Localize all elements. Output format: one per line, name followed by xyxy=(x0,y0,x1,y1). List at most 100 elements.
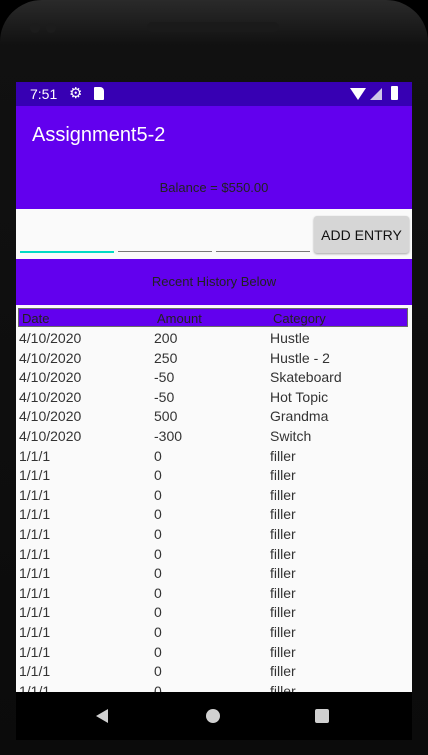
table-row: 1/1/1 0 filler xyxy=(16,585,412,605)
table-row: 1/1/1 0 filler xyxy=(16,644,412,664)
status-time: 7:51 xyxy=(30,86,58,102)
table-row: 4/10/2020 -50 Skateboard xyxy=(16,369,412,389)
category-input[interactable] xyxy=(216,223,310,252)
cell-date: 1/1/1 xyxy=(19,486,51,503)
gear-icon: ⚙ xyxy=(69,85,83,102)
table-row: 1/1/1 0 filler xyxy=(16,683,412,692)
cell-category: filler xyxy=(270,663,296,680)
balance-label: Balance = $550.00 xyxy=(16,166,412,209)
cell-amount: -300 xyxy=(154,428,183,444)
table-row: 1/1/1 0 filler xyxy=(16,467,412,487)
header-date: Date xyxy=(22,311,50,326)
cell-amount: 200 xyxy=(154,330,178,346)
cell-amount: 0 xyxy=(154,624,162,640)
cell-amount: 0 xyxy=(154,545,162,562)
amount-input[interactable] xyxy=(118,223,212,252)
cell-category: filler xyxy=(270,447,296,464)
cell-category: filler xyxy=(270,624,296,640)
cell-amount: 500 xyxy=(154,408,178,425)
table-row: 1/1/1 0 filler xyxy=(16,448,412,468)
cell-date: 1/1/1 xyxy=(19,447,51,464)
device-screen: 7:51 ⚙ Assignment5-2 Balance = $550.00 A… xyxy=(16,82,412,692)
cell-amount: 0 xyxy=(154,467,162,484)
table-row: 1/1/1 0 filler xyxy=(16,506,412,526)
cell-amount: 0 xyxy=(154,604,162,621)
cell-date: 1/1/1 xyxy=(19,682,51,692)
cell-amount: 0 xyxy=(154,526,162,542)
table-row: 4/10/2020 250 Hustle - 2 xyxy=(16,350,412,370)
cell-date: 4/10/2020 xyxy=(19,349,82,366)
home-icon[interactable] xyxy=(206,709,220,723)
cell-category: filler xyxy=(270,545,296,562)
date-input[interactable] xyxy=(20,223,114,253)
cell-category: Switch xyxy=(270,428,312,444)
add-entry-button[interactable]: ADD ENTRY xyxy=(314,216,409,253)
cell-amount: -50 xyxy=(154,369,175,386)
cell-category: Hustle - 2 xyxy=(270,349,330,366)
cell-date: 1/1/1 xyxy=(19,526,51,542)
cell-date: 4/10/2020 xyxy=(19,330,82,346)
cell-date: 1/1/1 xyxy=(19,467,51,484)
cell-date: 4/10/2020 xyxy=(19,369,82,386)
cell-date: 1/1/1 xyxy=(19,604,51,621)
cell-amount: 0 xyxy=(154,506,162,523)
cell-category: filler xyxy=(270,526,296,542)
app-title: Assignment5-2 xyxy=(32,124,166,146)
speaker-grille xyxy=(147,22,279,32)
cell-date: 1/1/1 xyxy=(19,584,51,601)
table-row: 1/1/1 0 filler xyxy=(16,604,412,624)
cell-category: Hot Topic xyxy=(270,388,329,405)
cell-date: 4/10/2020 xyxy=(19,388,82,405)
status-bar: 7:51 ⚙ xyxy=(16,82,412,106)
cell-amount: 0 xyxy=(154,584,162,601)
cell-amount: 0 xyxy=(154,682,162,692)
table-row: 1/1/1 0 filler xyxy=(16,663,412,683)
history-list[interactable]: Date Amount Category 4/10/2020 200 Hustle 4… xyxy=(16,308,412,692)
back-icon[interactable] xyxy=(96,709,108,723)
cell-category: Grandma xyxy=(270,408,329,425)
header-category: Category xyxy=(273,311,326,326)
cell-category: filler xyxy=(270,584,296,601)
cell-date: 4/10/2020 xyxy=(19,408,82,425)
battery-icon xyxy=(391,86,398,100)
table-row: 1/1/1 0 filler xyxy=(16,624,412,644)
cell-category: filler xyxy=(270,486,296,503)
cell-date: 1/1/1 xyxy=(19,663,51,680)
cell-category: Skateboard xyxy=(270,369,342,386)
cell-category: filler xyxy=(270,506,296,523)
cell-amount: 0 xyxy=(154,486,162,503)
cell-category: filler xyxy=(270,565,296,582)
wifi-icon xyxy=(350,88,366,100)
table-row: 4/10/2020 -50 Hot Topic xyxy=(16,389,412,409)
table-row: 4/10/2020 500 Grandma xyxy=(16,408,412,428)
cell-category: filler xyxy=(270,643,296,660)
history-label: Recent History Below xyxy=(16,259,412,305)
table-row: 1/1/1 0 filler xyxy=(16,565,412,585)
sd-card-icon xyxy=(94,87,104,100)
cell-date: 4/10/2020 xyxy=(19,428,82,444)
table-row: 4/10/2020 200 Hustle xyxy=(16,330,412,350)
table-row: 4/10/2020 -300 Switch xyxy=(16,428,412,448)
cell-date: 1/1/1 xyxy=(19,545,51,562)
cell-date: 1/1/1 xyxy=(19,506,51,523)
navigation-bar xyxy=(16,692,412,740)
cell-amount: 0 xyxy=(154,663,162,680)
signal-icon xyxy=(370,88,382,100)
cell-date: 1/1/1 xyxy=(19,624,51,640)
cell-category: Hustle xyxy=(270,330,310,346)
cell-category: filler xyxy=(270,682,296,692)
table-row: 1/1/1 0 filler xyxy=(16,526,412,546)
bezel-sensors xyxy=(30,20,66,33)
cell-amount: 0 xyxy=(154,447,162,464)
cell-date: 1/1/1 xyxy=(19,565,51,582)
table-header: Date Amount Category xyxy=(18,308,408,327)
cell-amount: -50 xyxy=(154,388,175,405)
cell-amount: 0 xyxy=(154,565,162,582)
recents-icon[interactable] xyxy=(315,709,329,723)
cell-date: 1/1/1 xyxy=(19,643,51,660)
table-row: 1/1/1 0 filler xyxy=(16,487,412,507)
table-row: 1/1/1 0 filler xyxy=(16,546,412,566)
cell-amount: 250 xyxy=(154,349,178,366)
cell-category: filler xyxy=(270,467,296,484)
cell-category: filler xyxy=(270,604,296,621)
